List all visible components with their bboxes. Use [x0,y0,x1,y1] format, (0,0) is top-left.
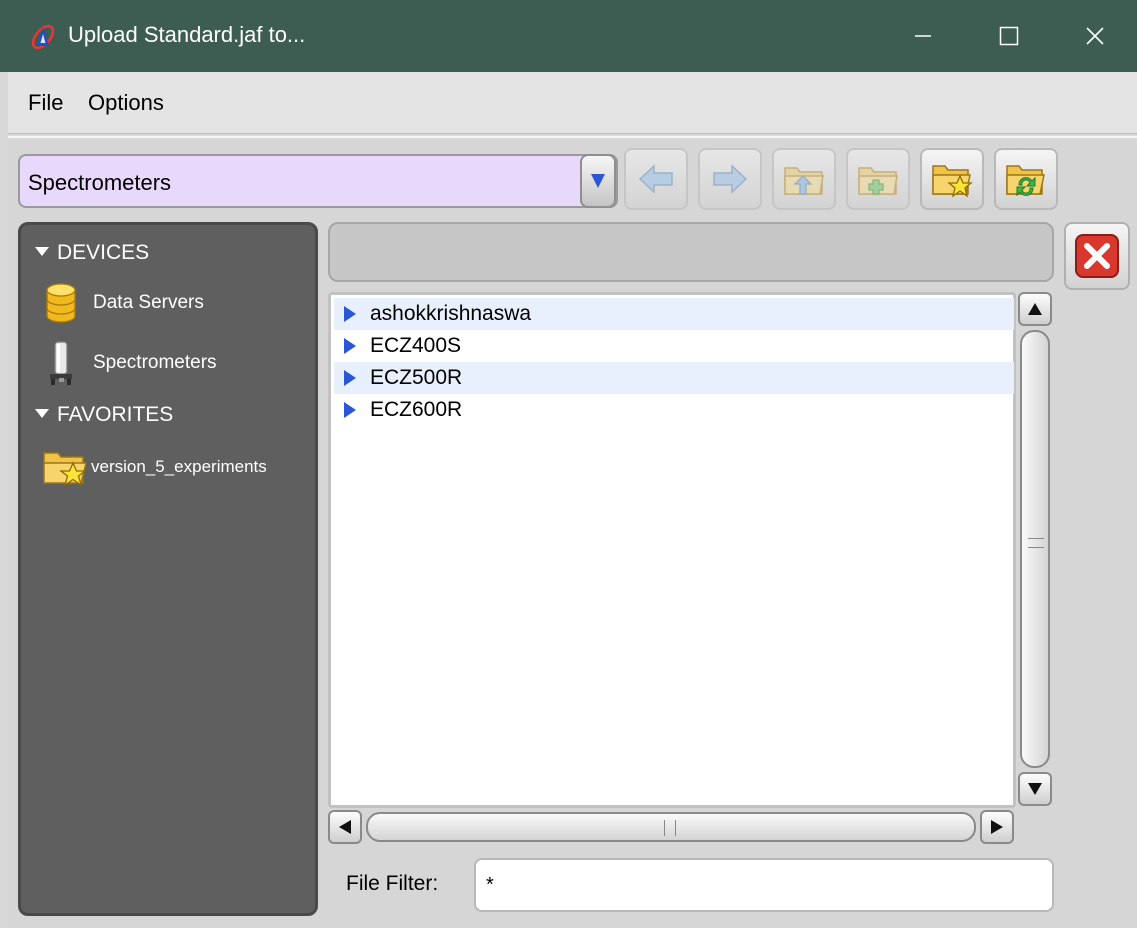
arrow-left-icon [638,164,673,194]
menu-bar: File Options [8,72,1137,134]
database-icon [41,281,81,325]
location-value: Spectrometers [28,170,172,195]
location-dropdown-button[interactable] [580,154,616,208]
arrow-right-icon [713,164,748,194]
window-close-button[interactable] [1052,0,1137,72]
vertical-scroll-thumb[interactable] [1020,330,1050,768]
refresh-button[interactable] [994,148,1058,210]
scroll-down-button[interactable] [1018,772,1052,806]
scroll-up-button[interactable] [1018,292,1052,326]
file-filter-input[interactable] [474,858,1054,912]
expand-arrow-icon[interactable] [344,338,356,354]
minimize-button[interactable] [880,0,966,72]
sidebar-item-label: Spectrometers [93,352,217,373]
folder-star-icon [41,445,91,489]
title-bar[interactable]: Upload Standard.jaf to... [0,0,1137,72]
magnet-icon [41,341,81,385]
expand-arrow-icon[interactable] [344,306,356,322]
close-view-button[interactable] [1064,222,1130,290]
triangle-right-icon [991,820,1003,834]
expanded-triangle-icon [35,408,49,418]
list-item-label: ECZ600R [370,398,463,421]
grip-icon [1028,538,1044,548]
list-item-label: ECZ500R [370,366,463,389]
sidebar-section-label: FAVORITES [57,403,174,426]
vertical-scrollbar[interactable] [1018,292,1054,808]
new-folder-button[interactable] [846,148,910,210]
jeol-delta-icon [31,24,55,50]
list-item[interactable]: ECZ600R [334,394,1014,426]
forward-button[interactable] [698,148,762,210]
maximize-icon [999,26,1019,46]
expand-arrow-icon[interactable] [344,402,356,418]
add-favorite-button[interactable] [920,148,984,210]
triangle-down-icon [1028,783,1042,795]
chevron-down-icon [591,174,605,188]
folder-star-icon [932,165,973,198]
expanded-triangle-icon [35,246,49,256]
back-button[interactable] [624,148,688,210]
horizontal-scrollbar[interactable] [328,810,1018,846]
places-sidebar: DEVICES Data Servers Spectrometers FAVOR… [18,222,318,916]
list-item-label: ECZ400S [370,334,462,357]
list-item[interactable]: ECZ400S [334,330,1014,362]
file-browser: Spectrometers DEVICES Data Servers Spect… [8,136,1137,928]
folder-up-icon [784,167,824,195]
close-icon [1075,234,1119,278]
sidebar-section-devices[interactable]: DEVICES [35,241,149,265]
path-bar[interactable] [328,222,1054,282]
sidebar-item-data-servers[interactable]: Data Servers [41,281,204,325]
sidebar-item-label: version_5_experiments [91,457,267,476]
list-item[interactable]: ashokkrishnaswa [334,298,1014,330]
menu-file[interactable]: File [28,90,63,116]
horizontal-scroll-thumb[interactable] [366,812,976,842]
triangle-up-icon [1028,303,1042,315]
sidebar-item-version-5-experiments[interactable]: version_5_experiments [41,445,267,489]
grip-icon [664,820,676,836]
sidebar-section-label: DEVICES [57,241,150,264]
scroll-right-button[interactable] [980,810,1014,844]
location-combo[interactable]: Spectrometers [18,154,618,208]
expand-arrow-icon[interactable] [344,370,356,386]
triangle-left-icon [339,820,351,834]
window-title: Upload Standard.jaf to... [68,22,306,47]
folder-refresh-icon [1006,165,1045,197]
sidebar-item-spectrometers[interactable]: Spectrometers [41,341,217,385]
folder-add-icon [858,167,898,195]
file-filter-label: File Filter: [346,872,439,895]
scroll-left-button[interactable] [328,810,362,844]
file-list[interactable]: ashokkrishnaswa ECZ400S ECZ500R ECZ600R [328,292,1016,808]
parent-folder-button[interactable] [772,148,836,210]
close-icon [1086,27,1104,45]
maximize-button[interactable] [966,0,1052,72]
list-item[interactable]: ECZ500R [334,362,1014,394]
menu-options[interactable]: Options [88,90,164,116]
minimize-icon [915,35,931,37]
sidebar-item-label: Data Servers [93,292,204,313]
sidebar-section-favorites[interactable]: FAVORITES [35,403,173,427]
list-item-label: ashokkrishnaswa [370,302,532,325]
